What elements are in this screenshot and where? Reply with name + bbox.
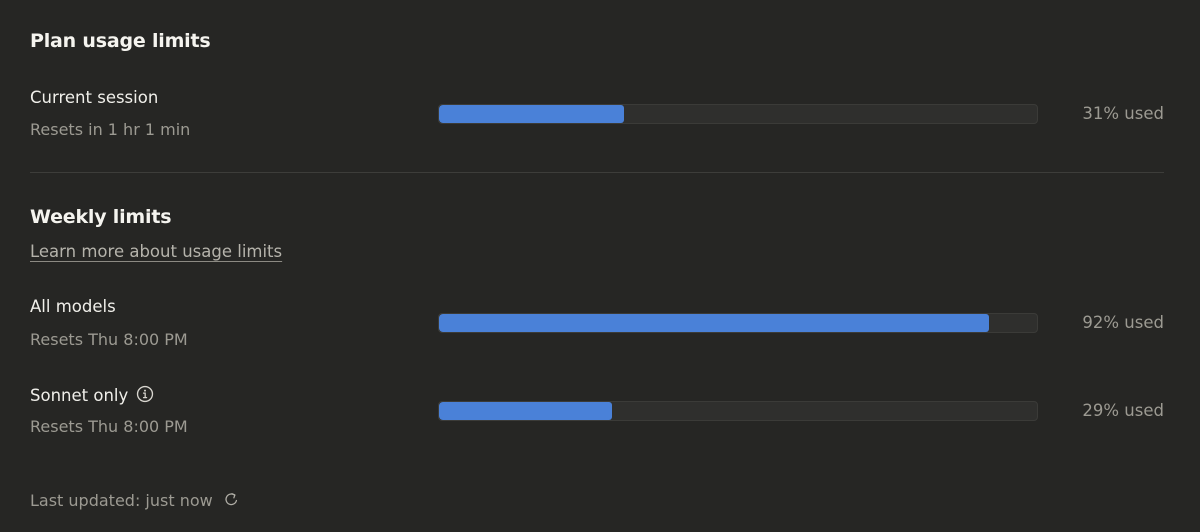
- all-models-progress: [438, 313, 1038, 333]
- current-session-reset: Resets in 1 hr 1 min: [30, 120, 191, 139]
- weekly-limits-title: Weekly limits: [30, 206, 172, 228]
- refresh-icon[interactable]: [223, 491, 240, 508]
- section-divider: [30, 172, 1164, 173]
- all-models-percent: 92% used: [1082, 313, 1164, 332]
- last-updated-text: Last updated: just now: [30, 491, 213, 510]
- sonnet-only-progress-fill: [439, 402, 613, 420]
- sonnet-only-progress: [438, 401, 1038, 421]
- sonnet-only-reset: Resets Thu 8:00 PM: [30, 417, 188, 436]
- info-icon[interactable]: [136, 385, 154, 403]
- current-session-label: Current session: [30, 88, 159, 107]
- sonnet-only-percent: 29% used: [1082, 401, 1164, 420]
- plan-usage-title: Plan usage limits: [30, 30, 211, 52]
- last-updated-row: Last updated: just now: [30, 491, 240, 510]
- current-session-progress: [438, 104, 1038, 124]
- all-models-progress-fill: [439, 314, 990, 332]
- current-session-progress-fill: [439, 105, 625, 123]
- all-models-reset: Resets Thu 8:00 PM: [30, 330, 188, 349]
- sonnet-only-label: Sonnet only: [30, 386, 129, 405]
- learn-more-link[interactable]: Learn more about usage limits: [30, 242, 282, 261]
- current-session-percent: 31% used: [1082, 104, 1164, 123]
- sonnet-only-row-label: Sonnet only: [30, 385, 154, 405]
- all-models-label: All models: [30, 297, 116, 316]
